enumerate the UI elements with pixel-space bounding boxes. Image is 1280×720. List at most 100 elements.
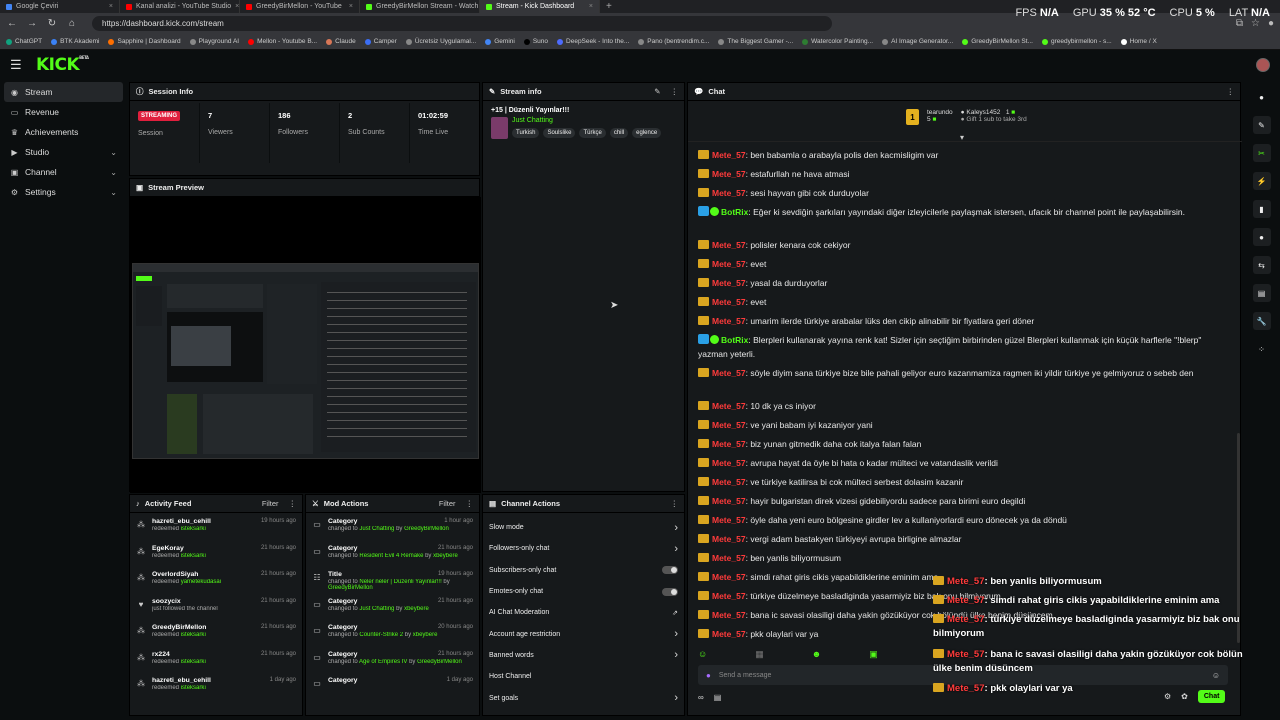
channel-action-set-goals[interactable]: Set goals › xyxy=(483,687,684,708)
mic-icon[interactable]: ● xyxy=(706,671,711,680)
apps-icon[interactable]: ⁘ xyxy=(1253,340,1271,358)
close-tab-icon[interactable]: × xyxy=(349,3,353,10)
more-icon[interactable]: ⋮ xyxy=(671,499,679,508)
mod-filter-button[interactable]: Filter xyxy=(439,499,456,508)
browser-tab[interactable]: Google Çeviri × xyxy=(0,0,120,13)
chevron-right-icon[interactable]: › xyxy=(674,649,678,661)
kick-logo[interactable]: KICKBETA xyxy=(36,55,89,75)
reload-icon[interactable]: ↻ xyxy=(46,18,58,29)
chat-username[interactable]: Mete_57 xyxy=(712,169,746,179)
chevron-down-icon[interactable]: ⌄ xyxy=(110,148,117,157)
chat-username[interactable]: Mete_57 xyxy=(712,553,746,563)
infinity-icon[interactable]: ∞ xyxy=(698,693,704,702)
forward-icon[interactable]: → xyxy=(26,18,38,29)
channel-action-subscribers-only-chat[interactable]: Subscribers-only chat xyxy=(483,560,684,581)
chat-username[interactable]: Mete_57 xyxy=(712,316,746,326)
mod-action-moderator[interactable]: xbeybere xyxy=(404,606,429,612)
mod-action-moderator[interactable]: GreedyBirMellon xyxy=(328,585,373,591)
channel-action-account-age-restriction[interactable]: Account age restriction › xyxy=(483,623,684,644)
mod-action-moderator[interactable]: xbeybere xyxy=(413,632,438,638)
calendar-icon[interactable]: ▤ xyxy=(714,693,722,702)
chat-username[interactable]: Mete_57 xyxy=(712,629,746,639)
chat-username[interactable]: Mete_57 xyxy=(712,240,746,250)
channel-action-ai-chat-moderation[interactable]: AI Chat Moderation ⇗ xyxy=(483,602,684,623)
chat-username[interactable]: Mete_57 xyxy=(712,188,746,198)
chat-username[interactable]: Mete_57 xyxy=(712,278,746,288)
stream-tag[interactable]: Türkçe xyxy=(579,128,606,138)
back-icon[interactable]: ← xyxy=(6,18,18,29)
bookmark-item[interactable]: GreedyBirMellon St... xyxy=(962,38,1033,45)
chat-username[interactable]: Mete_57 xyxy=(712,150,746,160)
extensions-icon[interactable]: ⧉ xyxy=(1236,18,1243,29)
stream-tag[interactable]: Soulslike xyxy=(543,128,576,138)
mod-action-moderator[interactable]: xbeybere xyxy=(433,553,458,559)
emote-icon[interactable]: ▣ xyxy=(869,649,878,660)
chat-username[interactable]: Mete_57 xyxy=(712,420,746,430)
toggle-switch[interactable] xyxy=(662,587,678,596)
bookmark-item[interactable]: Playground AI xyxy=(189,38,239,45)
bookmark-item[interactable]: Home / X xyxy=(1120,38,1157,45)
activity-user[interactable]: soozycix xyxy=(152,598,181,605)
sidebar-item-revenue[interactable]: ▭ Revenue xyxy=(0,102,127,122)
activity-user[interactable]: hazreti_ebu_cehill xyxy=(152,518,211,525)
sidebar-item-channel[interactable]: ▣ Channel ⌄ xyxy=(0,162,127,182)
emote-icon[interactable]: ▦ xyxy=(755,649,764,660)
bookmark-item[interactable]: Gemini xyxy=(485,38,515,45)
chat-username[interactable]: Mete_57 xyxy=(712,496,746,506)
chevron-down-icon[interactable]: ⌄ xyxy=(110,188,117,197)
bookmark-item[interactable]: AI Image Generator... xyxy=(882,38,953,45)
message-icon[interactable]: ● xyxy=(1252,228,1271,246)
bookmark-item[interactable]: DeepSeek - Into the... xyxy=(557,38,629,45)
home-icon[interactable]: ⌂ xyxy=(66,18,78,29)
edit-icon[interactable]: ✎ xyxy=(1252,116,1271,134)
trash-icon[interactable]: ▮ xyxy=(1252,200,1271,218)
chat-username[interactable]: Mete_57 xyxy=(712,534,746,544)
browser-tab[interactable]: GreedyBirMellon Stream - Watch× xyxy=(360,0,480,13)
activity-user[interactable]: GreedyBirMellon xyxy=(152,624,206,631)
close-tab-icon[interactable]: × xyxy=(109,3,113,10)
bookmark-item[interactable]: BTK Akademi xyxy=(51,38,99,45)
bookmark-item[interactable]: Suno xyxy=(523,38,548,45)
sidebar-item-stream[interactable]: ◉ Stream xyxy=(4,82,123,102)
bookmark-item[interactable]: Claude xyxy=(326,38,356,45)
sidebar-item-studio[interactable]: ▶ Studio ⌄ xyxy=(0,142,127,162)
lightning-icon[interactable]: ⚡ xyxy=(1252,172,1271,190)
url-field[interactable]: https://dashboard.kick.com/stream xyxy=(92,16,832,31)
channel-action-followers-only-chat[interactable]: Followers-only chat › xyxy=(483,538,684,559)
raid-icon[interactable]: ⇆ xyxy=(1252,256,1271,274)
emote-icon[interactable]: ☺ xyxy=(698,649,707,660)
bookmark-item[interactable]: Watercolor Painting... xyxy=(802,38,873,45)
toggle-switch[interactable] xyxy=(662,566,678,575)
chat-username[interactable]: Mete_57 xyxy=(712,610,746,620)
analytics-icon[interactable]: ⇗ xyxy=(672,609,678,617)
chat-username[interactable]: Mete_57 xyxy=(712,591,746,601)
close-tab-icon[interactable]: × xyxy=(235,3,239,10)
edit-icon[interactable]: ✎ xyxy=(654,87,660,96)
activity-user[interactable]: rx224 xyxy=(152,651,170,658)
activity-user[interactable]: EgeKoray xyxy=(152,545,184,552)
emote-icon[interactable]: ☻ xyxy=(812,649,821,660)
bookmark-item[interactable]: The Biggest Gamer -... xyxy=(718,38,793,45)
chevron-right-icon[interactable]: › xyxy=(674,522,678,534)
sidebar-item-settings[interactable]: ⚙ Settings ⌄ xyxy=(0,182,127,202)
chat-username[interactable]: BotRix xyxy=(721,335,748,345)
close-tab-icon[interactable]: × xyxy=(589,3,593,10)
more-icon[interactable]: ⋮ xyxy=(671,87,679,96)
stream-tag[interactable]: Turkish xyxy=(512,128,540,138)
mod-action-moderator[interactable]: GreedyBirMellon xyxy=(417,659,462,665)
user-avatar[interactable] xyxy=(1256,58,1270,72)
bookmark-star-icon[interactable]: ☆ xyxy=(1251,18,1260,29)
chat-username[interactable]: BotRix xyxy=(721,207,748,217)
browser-tab[interactable]: Kanal analizi - YouTube Studio × xyxy=(120,0,240,13)
bookmark-item[interactable]: Pano (bentrendim.c... xyxy=(638,38,709,45)
chat-username[interactable]: Mete_57 xyxy=(712,259,746,269)
chat-username[interactable]: Mete_57 xyxy=(712,401,746,411)
chat-username[interactable]: Mete_57 xyxy=(712,368,746,378)
stream-category[interactable]: Just Chatting xyxy=(512,117,661,124)
calendar-icon[interactable]: ▤ xyxy=(1252,284,1271,302)
bookmark-item[interactable]: Mellon - Youtube B... xyxy=(248,38,317,45)
wrench-icon[interactable]: 🔧 xyxy=(1252,312,1271,330)
chat-username[interactable]: Mete_57 xyxy=(712,439,746,449)
chat-username[interactable]: Mete_57 xyxy=(712,477,746,487)
bookmark-item[interactable]: greedybirmellon - s... xyxy=(1042,38,1112,45)
